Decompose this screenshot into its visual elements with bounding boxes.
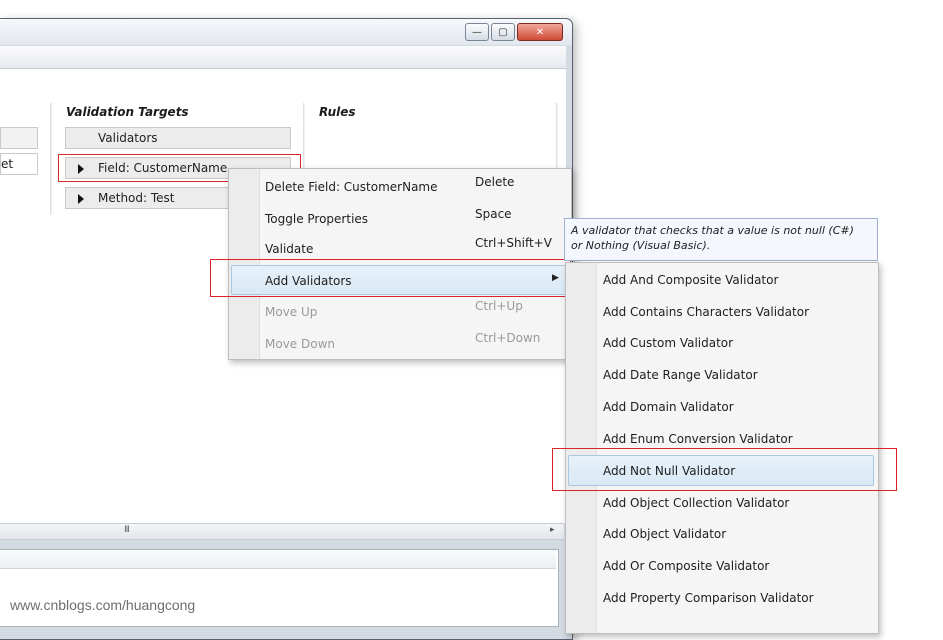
submenu-item-add-or-composite-validator[interactable]: Add Or Composite Validator — [566, 553, 876, 581]
submenu-item-label: Add Custom Validator — [603, 336, 734, 350]
submenu-item-label: Add And Composite Validator — [603, 273, 779, 287]
minimize-icon: — — [472, 26, 482, 38]
tooltip-line-1: A validator that checks that a value is … — [571, 224, 854, 237]
menu-item-label: Move Up — [265, 305, 318, 319]
submenu-item-add-date-range-validator[interactable]: Add Date Range Validator — [566, 362, 876, 390]
menu-item-label: Delete Field: CustomerName — [265, 180, 438, 194]
submenu-item-label: Add Contains Characters Validator — [603, 305, 809, 319]
left-column-field[interactable]: et — [0, 153, 38, 175]
validation-targets-title: Validation Targets — [66, 105, 189, 119]
toolbar-strip — [0, 46, 566, 69]
menu-item-delete[interactable]: Delete Field: CustomerName Delete — [229, 171, 571, 201]
horizontal-scrollbar[interactable]: III ▸ — [0, 523, 564, 540]
submenu-item-add-contains-characters-validator[interactable]: Add Contains Characters Validator — [566, 299, 876, 327]
submenu-item-label: Add Object Validator — [603, 527, 727, 541]
menu-item-shortcut: Ctrl+Shift+V — [475, 236, 552, 250]
menu-item-shortcut: Space — [475, 207, 512, 221]
menu-item-label: Validate — [265, 242, 314, 256]
submenu-item-label: Add Property Comparison Validator — [603, 591, 814, 605]
tooltip-line-2: or Nothing (Visual Basic). — [571, 239, 711, 252]
submenu-item-label: Add Domain Validator — [603, 400, 734, 414]
submenu-item-add-and-composite-validator[interactable]: Add And Composite Validator — [566, 267, 876, 295]
minimize-button[interactable]: — — [465, 23, 489, 41]
method-node-label: Method: Test — [98, 191, 175, 205]
submenu-item-label: Add Object Collection Validator — [603, 496, 790, 510]
left-column-field-text: et — [1, 157, 14, 171]
submenu-item-label: Add Date Range Validator — [603, 368, 758, 382]
validators-node[interactable]: Validators — [65, 127, 291, 149]
rules-title: Rules — [319, 105, 356, 119]
validator-tooltip: A validator that checks that a value is … — [564, 218, 878, 261]
maximize-button[interactable]: ▢ — [491, 23, 515, 41]
annotation-box-add-validators — [210, 259, 571, 297]
watermark-text: www.cnblogs.com/huangcong — [10, 597, 196, 613]
menu-item-shortcut: Delete — [475, 175, 515, 189]
close-icon: ✕ — [535, 26, 545, 38]
column-divider-left[interactable] — [50, 103, 52, 215]
menu-item-move-up: Move Up Ctrl+Up — [229, 297, 571, 327]
submenu-item-label: Add Or Composite Validator — [603, 559, 770, 573]
menu-item-shortcut: Ctrl+Down — [475, 331, 541, 345]
window-titlebar: — ▢ ✕ — [0, 19, 572, 45]
left-column-header — [0, 127, 38, 149]
menu-item-toggle-properties[interactable]: Toggle Properties Space — [229, 203, 571, 233]
scroll-right-icon[interactable]: ▸ — [550, 525, 555, 535]
menu-item-move-down: Move Down Ctrl+Down — [229, 329, 571, 359]
submenu-item-label: Add Enum Conversion Validator — [603, 432, 793, 446]
submenu-item-add-domain-validator[interactable]: Add Domain Validator — [566, 394, 876, 422]
annotation-box-not-null — [552, 448, 897, 491]
submenu-item-add-property-comparison-validator[interactable]: Add Property Comparison Validator — [566, 585, 876, 613]
maximize-icon: ▢ — [498, 26, 508, 38]
submenu-item-add-object-collection-validator[interactable]: Add Object Collection Validator — [566, 490, 876, 518]
expand-arrow-icon[interactable] — [78, 194, 84, 204]
output-pane-header — [0, 550, 556, 569]
output-pane — [0, 549, 559, 627]
menu-item-shortcut: Ctrl+Up — [475, 299, 523, 313]
menu-item-label: Move Down — [265, 337, 335, 351]
menu-item-label: Toggle Properties — [265, 212, 369, 226]
submenu-item-add-custom-validator[interactable]: Add Custom Validator — [566, 330, 876, 358]
scrollbar-grip-icon: III — [124, 525, 130, 535]
validators-node-label: Validators — [98, 131, 158, 145]
submenu-item-add-object-validator[interactable]: Add Object Validator — [566, 521, 876, 549]
close-button[interactable]: ✕ — [517, 23, 563, 41]
